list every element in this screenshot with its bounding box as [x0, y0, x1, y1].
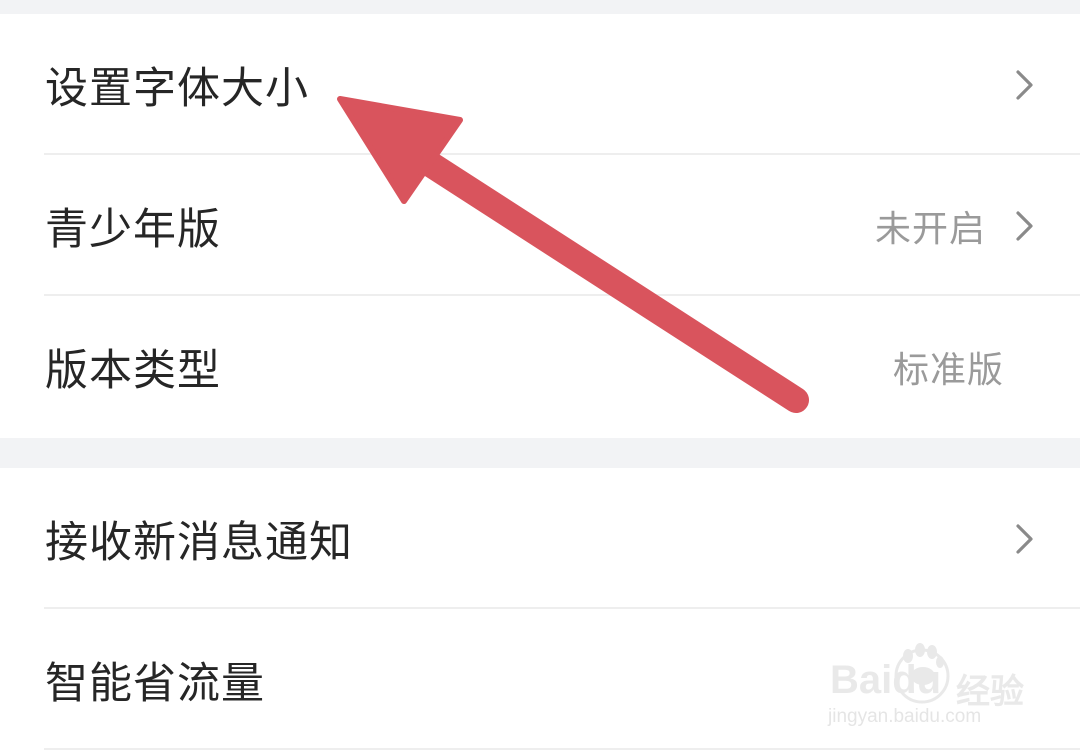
settings-row-font-size[interactable]: 设置字体大小	[0, 14, 1080, 155]
settings-row-youth-mode[interactable]: 青少年版 未开启	[0, 155, 1080, 296]
row-label: 智能省流量	[45, 658, 265, 709]
row-label: 设置字体大小	[45, 63, 309, 114]
watermark-brand: Baidu	[830, 658, 942, 702]
row-label: 青少年版	[45, 204, 221, 255]
row-label: 接收新消息通知	[45, 517, 353, 568]
settings-row-version-type: 版本类型 标准版	[0, 296, 1080, 437]
settings-row-new-message-notify[interactable]: 接收新消息通知	[0, 468, 1080, 609]
row-label: 版本类型	[45, 345, 221, 396]
row-value: 未开启	[874, 208, 986, 250]
watermark-url: jingyan.baidu.com	[828, 706, 982, 727]
chevron-right-icon	[1016, 210, 1033, 241]
top-spacer	[0, 0, 1080, 14]
row-value: 标准版	[892, 349, 1004, 391]
baidu-watermark: Baidu 经验 jingyan.baidu.com	[826, 636, 1036, 736]
chevron-right-icon	[1016, 523, 1033, 554]
settings-group-display: 设置字体大小 青少年版 未开启 版本类型 标准版	[0, 14, 1080, 438]
chevron-right-icon	[1016, 69, 1033, 100]
